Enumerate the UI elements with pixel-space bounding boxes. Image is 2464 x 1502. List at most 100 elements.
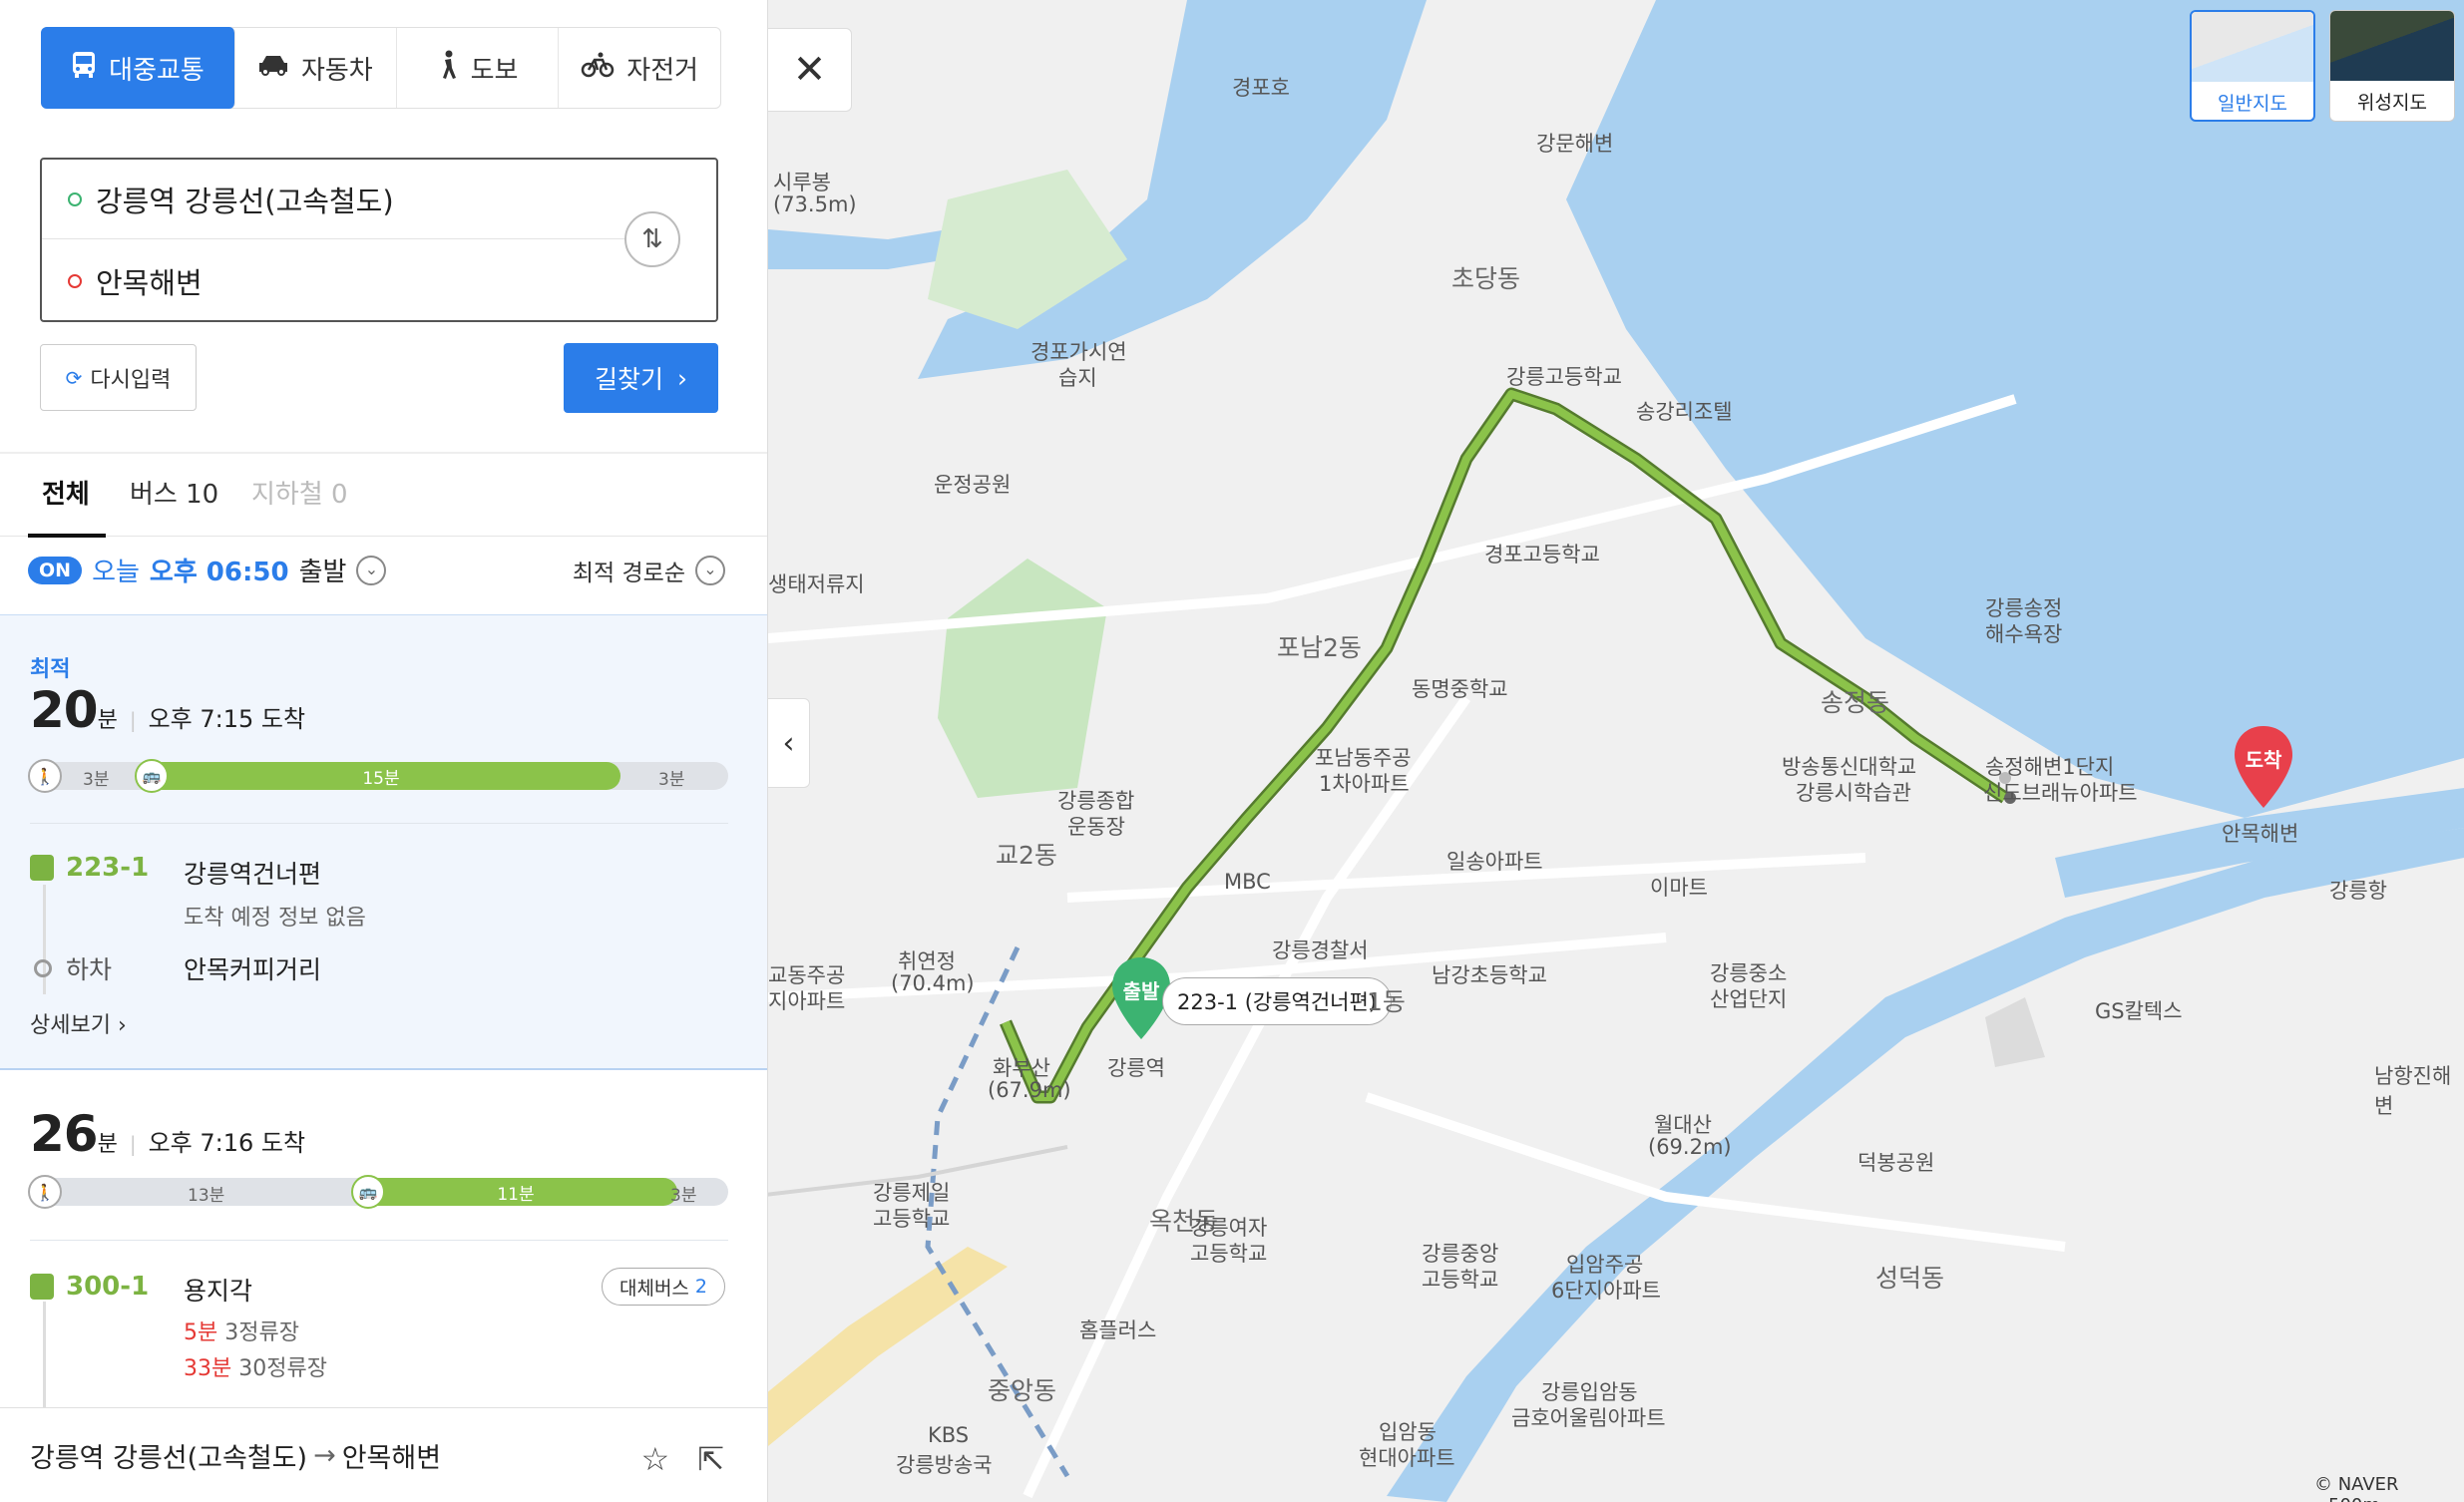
bicycle-icon: [581, 52, 615, 85]
place-label: 홈플러스: [1079, 1318, 1157, 1342]
share-icon[interactable]: ⇱: [697, 1440, 724, 1478]
chevron-right-icon: ›: [677, 363, 687, 393]
find-route-button[interactable]: 길찾기 ›: [564, 343, 718, 413]
route-2-bus-number[interactable]: 300-1: [30, 1272, 149, 1302]
place-label: 경포호: [1232, 76, 1290, 100]
tab-bus[interactable]: 버스 10: [130, 474, 218, 511]
place-label: 운동장: [1067, 815, 1125, 839]
route-2-board-stop: 용지각: [184, 1277, 253, 1306]
map-type-normal-button[interactable]: 일반지도: [2190, 10, 2315, 122]
tab-subway[interactable]: 지하철 0: [251, 474, 348, 511]
route-2-arrival: 오후 7:16 도착: [148, 1129, 306, 1157]
route-1-board-info: 도착 예정 정보 없음: [184, 906, 366, 931]
route-1-arrival: 오후 7:15 도착: [148, 705, 306, 733]
place-label: 강릉경찰서: [1272, 939, 1369, 962]
chevron-down-icon: ⌄: [356, 555, 387, 585]
place-label: 현대아파트: [1359, 1446, 1455, 1470]
route-2-unit: 분: [97, 1132, 118, 1157]
bus-icon: [30, 855, 54, 881]
route-2-summary[interactable]: 26 분 | 오후 7:16 도착: [30, 1105, 305, 1163]
place-label: 강릉방송국: [896, 1453, 993, 1477]
place-label: 신도브래뉴아파트: [1983, 781, 2138, 805]
place-label: 금호어울림아파트: [1511, 1406, 1666, 1430]
normal-map-thumbnail: [2192, 12, 2313, 82]
place-label: 남항진해변: [2374, 1064, 2452, 1118]
place-label: 운정공원: [934, 473, 1012, 497]
bus-icon: [30, 1274, 54, 1300]
place-label: 강릉고등학교: [1506, 365, 1622, 389]
origin-text: 강릉역 강릉선(고속철도): [96, 184, 394, 218]
route-card-1[interactable]: 최적 20 분 | 오후 7:15 도착 🚶 3분 15분 🚌 3분 223-1 …: [0, 614, 767, 1070]
mode-walk[interactable]: 도보: [397, 28, 560, 108]
place-label: 이마트: [1650, 876, 1708, 900]
route-2-eta-1-stops: 3정류장: [224, 1320, 299, 1345]
walk-icon: 🚶: [28, 759, 62, 793]
footer-origin: 강릉역 강릉선(고속철도): [30, 1442, 308, 1474]
collapse-panel-button[interactable]: ‹: [768, 698, 810, 788]
find-route-label: 길찾기: [594, 365, 663, 394]
footer-arrow: →: [313, 1439, 336, 1471]
mode-bicycle[interactable]: 자전거: [559, 28, 720, 108]
place-label: 중앙동: [988, 1376, 1057, 1405]
alternate-bus-button[interactable]: 대체버스 2: [602, 1268, 725, 1306]
place-label: 산업단지: [1710, 987, 1788, 1011]
origin-field[interactable]: 강릉역 강릉선(고속철도): [42, 160, 640, 239]
route-2-separator: [30, 1240, 728, 1241]
mode-walk-label: 도보: [470, 55, 519, 86]
chevron-right-icon: ›: [117, 1013, 127, 1038]
map-place-labels: 경포호 강문해변 시루봉 (73.5m) 초당동 경포가시연 습지 강릉고등학교…: [768, 0, 2464, 1502]
star-icon[interactable]: ☆: [641, 1440, 670, 1478]
detail-link[interactable]: 상세보기 ›: [30, 1007, 127, 1039]
sort-selector[interactable]: 최적 경로순 ⌄: [573, 554, 725, 587]
departure-time-selector[interactable]: ON 오늘 오후 06:50 출발 ⌄: [28, 552, 387, 588]
origin-dot-icon: [68, 191, 82, 206]
mode-car[interactable]: 자동차: [234, 28, 397, 108]
route-2-timeline: 🚶 13분 11분 🚌 3분: [28, 1175, 728, 1209]
place-label: 강릉항: [2329, 879, 2387, 903]
route-2-eta-2-stops: 30정류장: [238, 1356, 327, 1381]
alternate-bus-count: 2: [694, 1276, 707, 1298]
mode-bicycle-label: 자전거: [626, 55, 699, 86]
active-tab-indicator: [28, 534, 106, 538]
route-2-bus-segment: 11분: [354, 1178, 677, 1206]
departure-today: 오늘: [92, 558, 140, 587]
place-label: 강릉시학습관: [1796, 781, 1911, 805]
destination-text: 안목해변: [96, 266, 203, 300]
route-1-bus-number[interactable]: 223-1: [30, 853, 149, 883]
place-label: 고등학교: [1190, 1242, 1268, 1266]
route-2-minutes: 26: [30, 1105, 99, 1163]
bus-icon: 🚌: [135, 759, 169, 793]
place-label: 1동: [1367, 987, 1406, 1016]
destination-field[interactable]: 안목해변: [42, 241, 716, 321]
place-label: 초당동: [1451, 264, 1521, 293]
route-footer: 강릉역 강릉선(고속철도) → 안목해변 ☆ ⇱: [0, 1407, 767, 1502]
reset-label: 다시입력: [90, 367, 172, 393]
place-label: 성덕동: [1875, 1264, 1945, 1293]
reset-button[interactable]: ⟳ 다시입력: [40, 344, 197, 411]
route-1-summary: 20 분 | 오후 7:15 도착: [30, 681, 306, 739]
place-label: (70.4m): [891, 971, 975, 995]
route-1-bus-no: 223-1: [66, 853, 150, 883]
route-1-walk1: 3분: [83, 770, 110, 790]
route-2-bus-no: 300-1: [66, 1272, 150, 1302]
place-label: 경포고등학교: [1484, 543, 1600, 566]
result-tabs: 전체 버스 10 지하철 0: [0, 454, 767, 538]
place-label: 덕봉공원: [1857, 1151, 1935, 1175]
place-label: (73.5m): [773, 192, 857, 216]
departure-time: 오후 06:50: [149, 558, 289, 587]
satellite-map-thumbnail: [2330, 11, 2454, 81]
route-2-eta-2-min: 33분: [184, 1356, 232, 1381]
place-label: MBC: [1224, 870, 1271, 894]
route-2-walk2: 3분: [670, 1186, 697, 1206]
copyright-text: © NAVER: [2314, 1474, 2399, 1495]
close-icon: ✕: [792, 47, 827, 93]
mode-transit[interactable]: 대중교통: [41, 27, 235, 109]
map-view[interactable]: 출발 223-1 (강릉역건너편) 도착 경포호 강문해변 시루봉 (73.5m…: [768, 0, 2464, 1502]
tab-all[interactable]: 전체: [42, 474, 90, 511]
place-label: 생태저류지: [768, 572, 865, 596]
departure-suffix: 출발: [298, 558, 347, 587]
swap-button[interactable]: ⇅: [624, 211, 680, 267]
close-button[interactable]: ✕: [768, 28, 852, 112]
route-2-bus-time: 11분: [497, 1184, 535, 1205]
map-type-satellite-button[interactable]: 위성지도: [2329, 10, 2455, 122]
